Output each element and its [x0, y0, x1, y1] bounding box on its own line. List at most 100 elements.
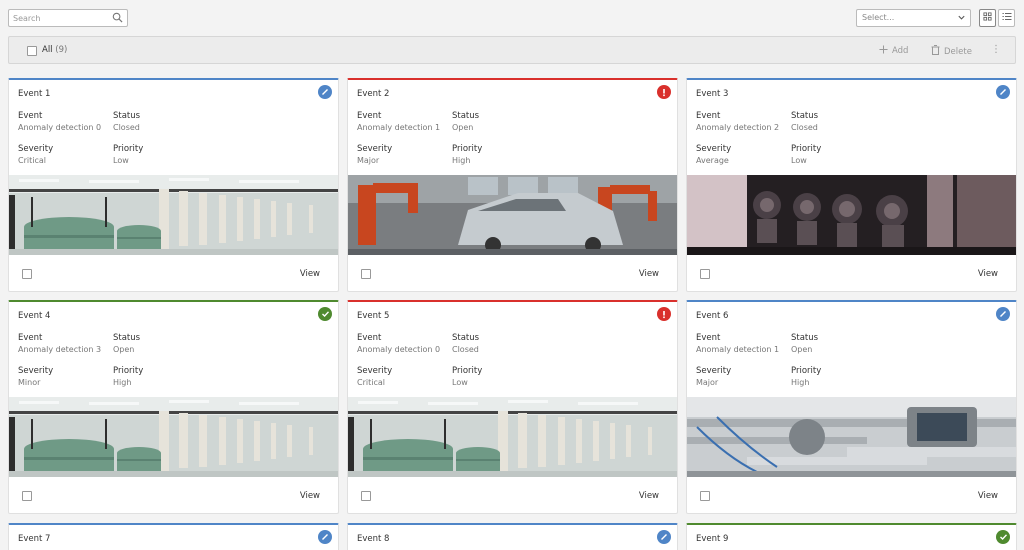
event-card-title: Event 7: [18, 534, 51, 544]
severity-field-value: Minor: [18, 378, 41, 387]
view-button[interactable]: View: [978, 269, 998, 279]
event-card: Event 4 Event Anomaly detection 3 Status…: [8, 300, 339, 514]
status-field-value: Open: [113, 345, 135, 354]
event-card-title: Event 2: [357, 89, 390, 99]
event-card: Event 6 Event Anomaly detection 1 Status…: [686, 300, 1017, 514]
status-field-label: Status: [113, 333, 141, 343]
all-label: All: [42, 45, 53, 55]
view-button[interactable]: View: [300, 491, 320, 501]
card-select-checkbox[interactable]: [700, 491, 710, 501]
more-options-icon[interactable]: ⋮: [991, 44, 1001, 55]
list-icon: [1002, 12, 1012, 24]
event-card: Event 1 Event Anomaly detection 0 Status…: [8, 78, 339, 292]
error-icon: [657, 85, 671, 99]
priority-field-label: Priority: [791, 366, 822, 376]
priority-field-label: Priority: [452, 144, 483, 154]
priority-field-value: High: [113, 378, 132, 387]
status-field-value: Open: [791, 345, 813, 354]
status-field-label: Status: [452, 333, 480, 343]
add-label: Add: [892, 46, 909, 56]
top-bar: Select...: [0, 0, 1024, 36]
priority-field-value: Low: [452, 378, 468, 387]
event-card-title: Event 5: [357, 311, 390, 321]
card-select-checkbox[interactable]: [22, 491, 32, 501]
event-field-value: Anomaly detection 1: [696, 345, 780, 354]
event-card-title: Event 4: [18, 311, 51, 321]
edit-icon: [657, 530, 671, 544]
priority-field-value: Low: [791, 156, 807, 165]
card-select-checkbox[interactable]: [361, 491, 371, 501]
severity-field-label: Severity: [18, 144, 54, 154]
status-field-value: Open: [452, 123, 474, 132]
search-input[interactable]: [9, 10, 105, 26]
edit-icon: [318, 530, 332, 544]
card-select-checkbox[interactable]: [700, 269, 710, 279]
add-button[interactable]: Add: [879, 45, 908, 57]
action-toolbar: All (9) Add Delete ⋮: [8, 36, 1016, 64]
severity-field-value: Critical: [357, 378, 385, 387]
search-icon[interactable]: [112, 12, 123, 26]
event-field-label: Event: [18, 111, 43, 121]
event-card-title: Event 8: [357, 534, 390, 544]
delete-label: Delete: [944, 46, 972, 57]
delete-button[interactable]: Delete: [931, 45, 972, 58]
event-image-textile-factory: [348, 397, 677, 477]
plus-icon: [879, 45, 888, 57]
severity-field-value: Average: [696, 156, 729, 165]
priority-field-label: Priority: [791, 144, 822, 154]
event-card: Event 5 Event Anomaly detection 0 Status…: [347, 300, 678, 514]
event-image-valves: [687, 175, 1016, 255]
event-field-value: Anomaly detection 2: [696, 123, 780, 132]
event-field-label: Event: [357, 111, 382, 121]
event-image-textile-factory: [9, 175, 338, 255]
trash-icon: [931, 45, 940, 58]
select-all-label[interactable]: All (9): [42, 45, 67, 55]
view-button[interactable]: View: [639, 491, 659, 501]
sort-select[interactable]: Select...: [856, 9, 971, 27]
severity-field-value: Critical: [18, 156, 46, 165]
error-icon: [657, 307, 671, 321]
status-field-label: Status: [113, 111, 141, 121]
edit-icon: [318, 85, 332, 99]
event-card: Event 7: [8, 523, 339, 550]
status-field-value: Closed: [452, 345, 479, 354]
severity-field-value: Major: [696, 378, 719, 387]
status-field-label: Status: [791, 111, 819, 121]
event-field-label: Event: [696, 111, 721, 121]
priority-field-label: Priority: [113, 366, 144, 376]
event-card-title: Event 1: [18, 89, 51, 99]
event-card: Event 3 Event Anomaly detection 2 Status…: [686, 78, 1017, 292]
chevron-down-icon: [957, 13, 966, 24]
severity-field-label: Severity: [18, 366, 54, 376]
event-field-value: Anomaly detection 0: [18, 123, 102, 132]
edit-icon: [996, 85, 1010, 99]
severity-field-value: Major: [357, 156, 380, 165]
event-image-pipes: [687, 397, 1016, 477]
severity-field-label: Severity: [357, 144, 393, 154]
list-view-button[interactable]: [998, 9, 1015, 27]
search-box[interactable]: [8, 9, 128, 27]
event-field-value: Anomaly detection 3: [18, 345, 102, 354]
event-card: Event 2 Event Anomaly detection 1 Status…: [347, 78, 678, 292]
sort-select-value: Select...: [862, 13, 895, 22]
priority-field-value: Low: [113, 156, 129, 165]
view-button[interactable]: View: [639, 269, 659, 279]
priority-field-label: Priority: [452, 366, 483, 376]
priority-field-value: High: [452, 156, 471, 165]
select-all-checkbox[interactable]: [27, 46, 37, 56]
status-field-value: Closed: [113, 123, 140, 132]
view-button[interactable]: View: [300, 269, 320, 279]
event-field-label: Event: [696, 333, 721, 343]
priority-field-label: Priority: [113, 144, 144, 154]
grid-view-button[interactable]: [979, 9, 996, 27]
event-card-title: Event 9: [696, 534, 729, 544]
severity-field-label: Severity: [357, 366, 393, 376]
event-image-textile-factory: [9, 397, 338, 477]
view-button[interactable]: View: [978, 491, 998, 501]
status-field-value: Closed: [791, 123, 818, 132]
card-select-checkbox[interactable]: [361, 269, 371, 279]
event-card: Event 9: [686, 523, 1017, 550]
card-select-checkbox[interactable]: [22, 269, 32, 279]
all-count: (9): [55, 45, 68, 55]
severity-field-label: Severity: [696, 366, 732, 376]
